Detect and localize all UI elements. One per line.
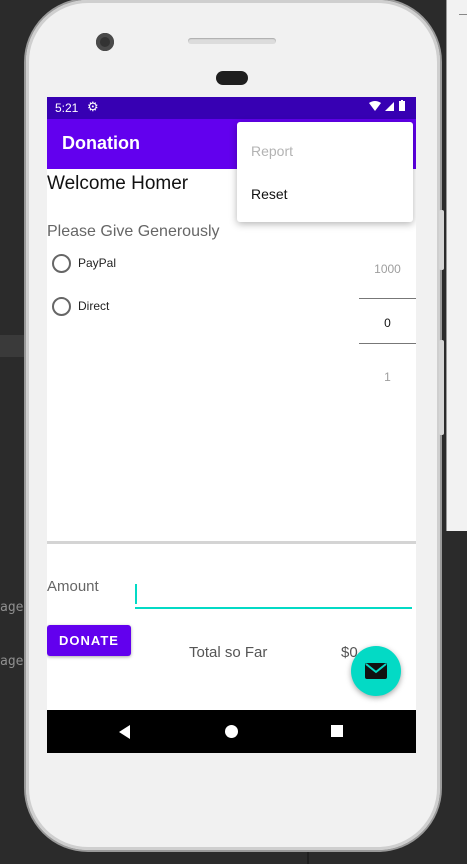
email-icon [365,663,387,679]
gear-icon: ⚙ [87,99,99,114]
camera-icon [96,33,114,51]
status-time: 5:21 [55,101,79,115]
app-title: Donation [62,133,140,153]
picker-divider [359,343,416,344]
status-bar: 5:21 ⚙ [47,97,416,119]
volume-button[interactable] [439,210,444,270]
section-divider [47,541,416,544]
radio-paypal[interactable]: PayPal [52,251,116,275]
overflow-menu: Report Reset [237,122,413,222]
picker-divider [359,298,416,299]
amount-label: Amount [47,578,99,595]
panel-dash [459,14,467,15]
picker-value-above[interactable]: 1000 [359,262,416,276]
total-label: Total so Far [189,644,268,661]
welcome-text: Welcome Homer [47,173,189,194]
radio-button-icon[interactable] [52,296,71,316]
recents-icon[interactable] [331,725,343,737]
picker-value-current[interactable]: 0 [359,316,416,330]
ide-side-panel [446,0,467,531]
menu-item-report: Report [251,143,294,159]
power-button[interactable] [439,340,444,435]
wifi-signal-battery-icon [369,100,405,111]
radio-label: PayPal [78,256,117,270]
radio-label: Direct [78,299,110,313]
email-fab[interactable] [351,646,401,696]
text-cursor [135,584,137,604]
device-screen: 5:21 ⚙ Donation Welcome Homer Please Giv… [47,97,416,753]
earpiece [216,71,248,85]
donate-button[interactable]: DONATE [47,625,131,656]
radio-button-icon[interactable] [52,253,71,273]
speaker-grill [188,38,276,44]
radio-direct[interactable]: Direct [52,294,109,318]
picker-value-below[interactable]: 1 [359,370,416,384]
home-icon[interactable] [225,725,238,738]
system-nav-bar [47,710,416,753]
status-indicators [368,100,408,115]
amount-field[interactable] [135,583,412,609]
amount-number-picker[interactable]: 1000 0 1 [359,252,416,392]
back-icon[interactable] [119,725,130,739]
menu-item-reset[interactable]: Reset [251,186,288,202]
donation-prompt: Please Give Generously [47,223,220,240]
